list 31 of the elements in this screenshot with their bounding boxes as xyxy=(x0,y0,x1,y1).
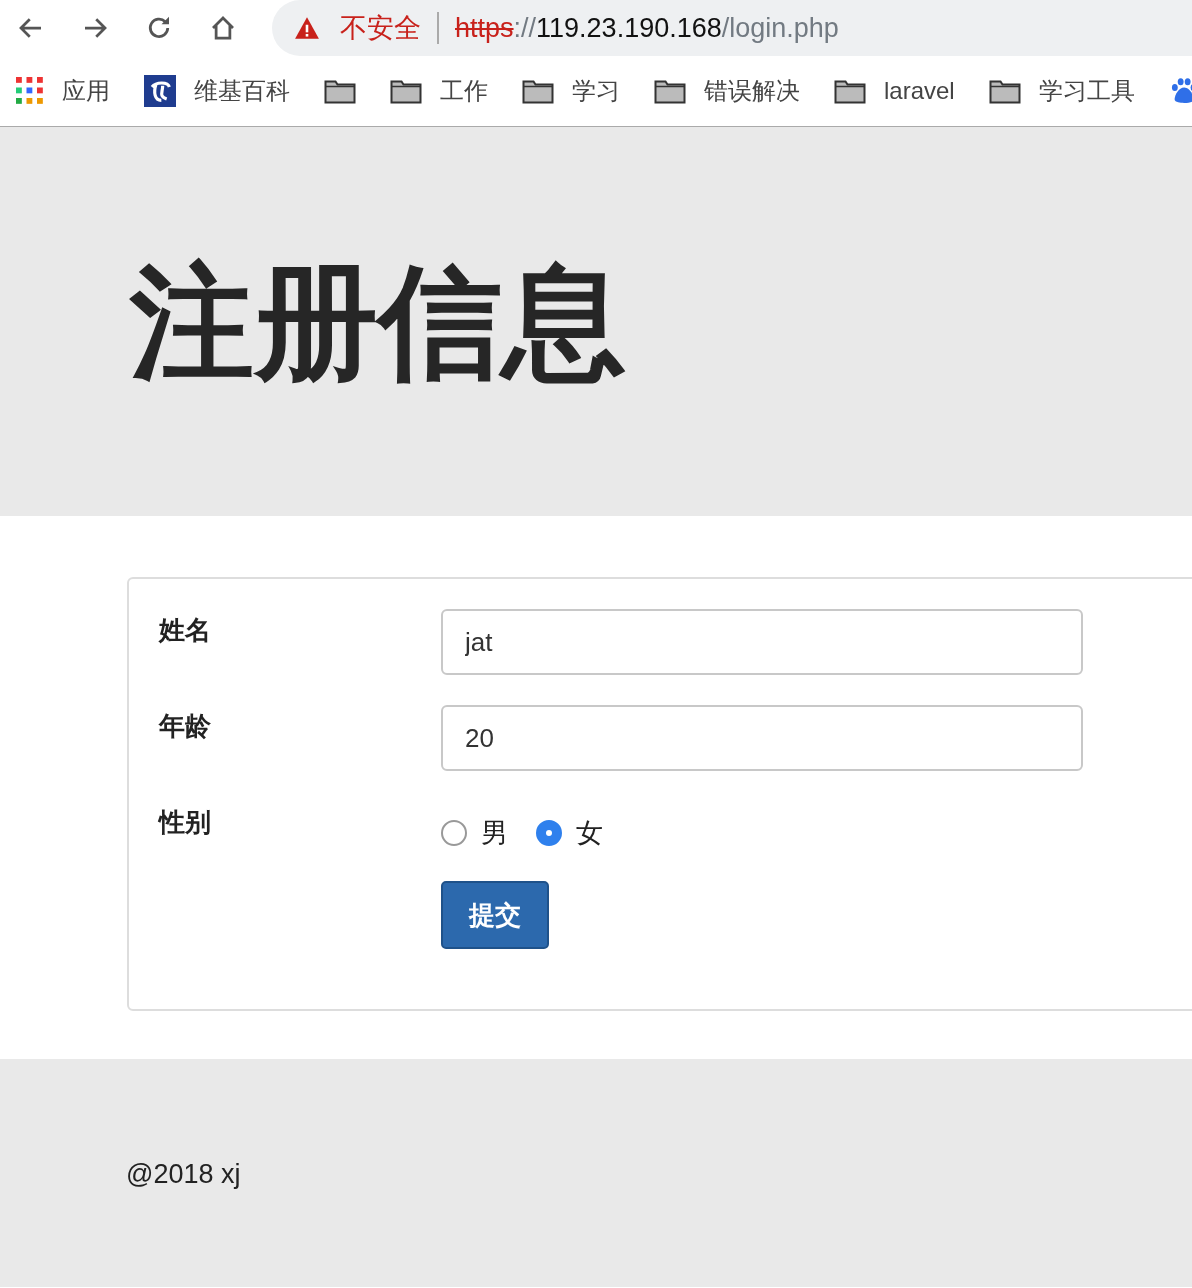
input-field[interactable]: jat xyxy=(441,609,1083,675)
footer-text: @2018 xj xyxy=(126,1159,241,1189)
folder-icon[interactable] xyxy=(834,78,866,104)
page-heading: 注册信息 xyxy=(130,259,626,384)
url-text: https://119.23.190.168/login.php xyxy=(455,12,839,44)
warning-icon xyxy=(294,16,320,40)
folder-icon[interactable] xyxy=(654,78,686,104)
folder-icon[interactable] xyxy=(324,78,356,104)
bookmark-label[interactable]: laravel xyxy=(884,77,955,105)
radio-button[interactable] xyxy=(536,820,562,846)
address-bar[interactable]: 不安全 https://119.23.190.168/login.php xyxy=(272,0,1192,56)
site-logo-icon[interactable] xyxy=(144,75,176,107)
bookmark-label[interactable]: 错误解决 xyxy=(704,75,800,107)
apps-grid-icon[interactable] xyxy=(16,77,44,105)
input-field[interactable]: 20 xyxy=(441,705,1083,771)
radio-label: 男 xyxy=(481,817,508,850)
bookmark-label[interactable]: 学习 xyxy=(572,75,620,107)
bookmark-label[interactable]: 工作 xyxy=(440,75,488,107)
radio-button[interactable] xyxy=(441,820,467,846)
submit-button[interactable]: 提交 xyxy=(441,881,549,949)
folder-icon[interactable] xyxy=(988,78,1021,104)
field-label: 年龄 xyxy=(159,710,212,743)
field-label: 性别 xyxy=(159,806,212,839)
field-label: 姓名 xyxy=(159,614,212,647)
bookmark-label[interactable]: 学习工具 xyxy=(1038,75,1135,107)
radio-label: 女 xyxy=(576,817,603,850)
folder-icon[interactable] xyxy=(390,78,422,104)
security-label: 不安全 xyxy=(340,12,421,45)
bookmark-label[interactable]: 应用 xyxy=(62,75,110,107)
folder-icon[interactable] xyxy=(522,78,554,104)
bookmark-label[interactable]: 维基百科 xyxy=(194,75,290,107)
